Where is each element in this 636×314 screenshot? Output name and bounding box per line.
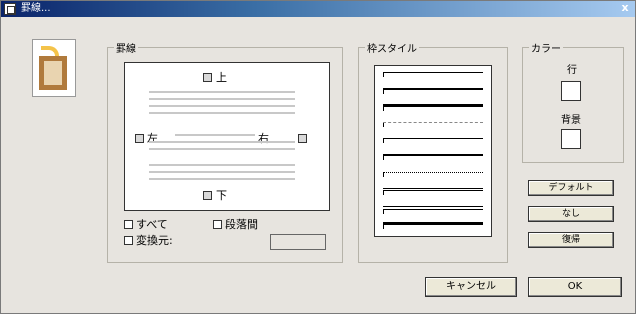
none-button[interactable]: なし xyxy=(528,206,614,222)
replace-checkbox[interactable] xyxy=(124,236,133,245)
border-group-title: 罫線 xyxy=(114,40,138,55)
top-checkbox[interactable] xyxy=(203,73,212,82)
all-label: すべて xyxy=(136,218,168,231)
border-preview[interactable]: 上 左 右 下 xyxy=(124,62,330,211)
preview-line xyxy=(149,112,295,114)
frame-style-list[interactable] xyxy=(374,65,492,237)
default-button[interactable]: デフォルト xyxy=(528,180,614,196)
border-frame-icon xyxy=(32,39,76,97)
style-option[interactable] xyxy=(383,88,483,94)
preview-line xyxy=(149,148,295,150)
style-option[interactable] xyxy=(383,104,483,111)
title-bar[interactable]: 罫線... x xyxy=(1,1,635,17)
border-dialog: 罫線... x 罫線 上 左 右 下 すべて 段落間 変換元: 枠スタイル カラ… xyxy=(0,0,636,314)
style-option[interactable] xyxy=(383,154,483,160)
restore-button[interactable]: 復帰 xyxy=(528,232,614,248)
preview-line xyxy=(149,98,295,100)
right-checkbox[interactable] xyxy=(298,134,307,143)
paragraph-label: 段落間 xyxy=(225,218,258,231)
row-color-label: 行 xyxy=(567,65,577,76)
frame-icon xyxy=(39,56,67,90)
background-color-label: 背景 xyxy=(561,115,581,126)
preview-line xyxy=(149,171,295,173)
style-option[interactable] xyxy=(383,222,483,229)
preview-line xyxy=(149,164,295,166)
replace-label: 変換元: xyxy=(136,234,173,247)
ok-button[interactable]: OK xyxy=(528,277,622,297)
style-option[interactable] xyxy=(383,172,483,177)
bottom-checkbox[interactable] xyxy=(203,191,212,200)
frame-style-title: 枠スタイル xyxy=(365,40,419,55)
style-option[interactable] xyxy=(383,138,483,143)
style-option[interactable] xyxy=(383,122,483,127)
paragraph-checkbox[interactable] xyxy=(213,220,222,229)
top-label: 上 xyxy=(216,71,227,84)
window-title: 罫線... xyxy=(21,3,51,14)
right-label: 右 xyxy=(258,132,269,145)
color-group-title: カラー xyxy=(529,40,563,55)
cancel-button[interactable]: キャンセル xyxy=(425,277,517,297)
all-checkbox[interactable] xyxy=(124,220,133,229)
replace-field[interactable] xyxy=(270,234,326,250)
style-option[interactable] xyxy=(383,188,483,195)
app-icon xyxy=(4,3,16,15)
left-checkbox[interactable] xyxy=(135,134,144,143)
preview-line xyxy=(149,91,295,93)
preview-line xyxy=(149,178,295,180)
left-label: 左 xyxy=(147,132,158,145)
preview-line xyxy=(149,105,295,107)
row-color-swatch[interactable] xyxy=(561,81,581,101)
style-option[interactable] xyxy=(383,72,483,77)
close-icon[interactable]: x xyxy=(618,2,632,14)
preview-line xyxy=(175,134,255,136)
style-option[interactable] xyxy=(383,206,483,214)
preview-line xyxy=(149,141,295,143)
bottom-label: 下 xyxy=(216,189,227,202)
background-color-swatch[interactable] xyxy=(561,129,581,149)
